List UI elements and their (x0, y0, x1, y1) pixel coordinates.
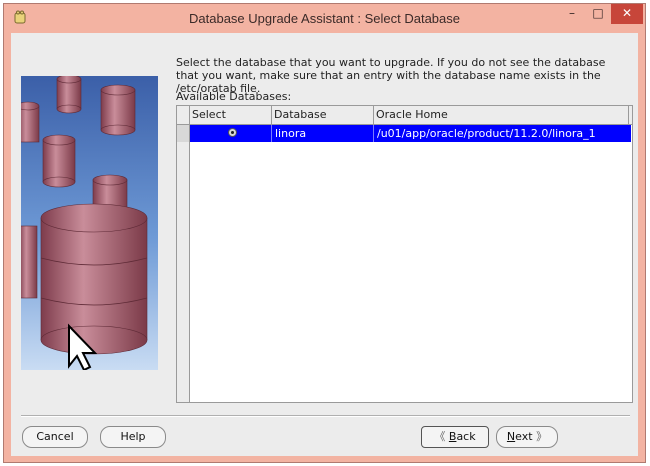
database-cell: linora (272, 125, 374, 142)
database-illustration-icon (21, 76, 158, 370)
available-databases-label: Available Databases: (176, 90, 292, 103)
column-header-select[interactable]: Select (190, 106, 272, 124)
table-header: Select Database Oracle Home (177, 106, 632, 125)
back-label: ack (456, 430, 476, 443)
table-corner (177, 106, 190, 124)
chevron-right-icon: 》 (536, 430, 548, 443)
maximize-button[interactable]: □ (585, 4, 611, 24)
back-button[interactable]: 《 Back (421, 426, 489, 448)
dialog-body: Select the database that you want to upg… (11, 33, 638, 456)
column-header-oracle-home[interactable]: Oracle Home (374, 106, 629, 124)
next-mnemonic: N (506, 430, 516, 443)
select-cell[interactable] (190, 125, 272, 142)
minimize-button[interactable]: – (559, 4, 585, 24)
table-row[interactable]: linora /u01/app/oracle/product/11.2.0/li… (190, 125, 631, 142)
next-button[interactable]: Next 》 (496, 426, 558, 448)
cancel-button[interactable]: Cancel (22, 426, 88, 448)
column-header-database[interactable]: Database (272, 106, 374, 124)
title-bar[interactable]: Database Upgrade Assistant : Select Data… (4, 4, 645, 32)
select-radio[interactable] (228, 128, 237, 137)
next-label: ext (515, 430, 533, 443)
databases-table[interactable]: Select Database Oracle Home linora /u01/… (176, 105, 633, 403)
row-header[interactable] (177, 125, 190, 142)
close-button[interactable]: ✕ (611, 4, 643, 24)
row-header-column (177, 125, 190, 402)
dbua-window: Database Upgrade Assistant : Select Data… (3, 3, 646, 463)
oracle-home-cell: /u01/app/oracle/product/11.2.0/linora_1 (377, 127, 596, 140)
help-button[interactable]: Help (100, 426, 166, 448)
divider (21, 415, 630, 417)
window-title: Database Upgrade Assistant : Select Data… (189, 11, 460, 26)
chevron-left-icon: 《 (434, 430, 446, 443)
